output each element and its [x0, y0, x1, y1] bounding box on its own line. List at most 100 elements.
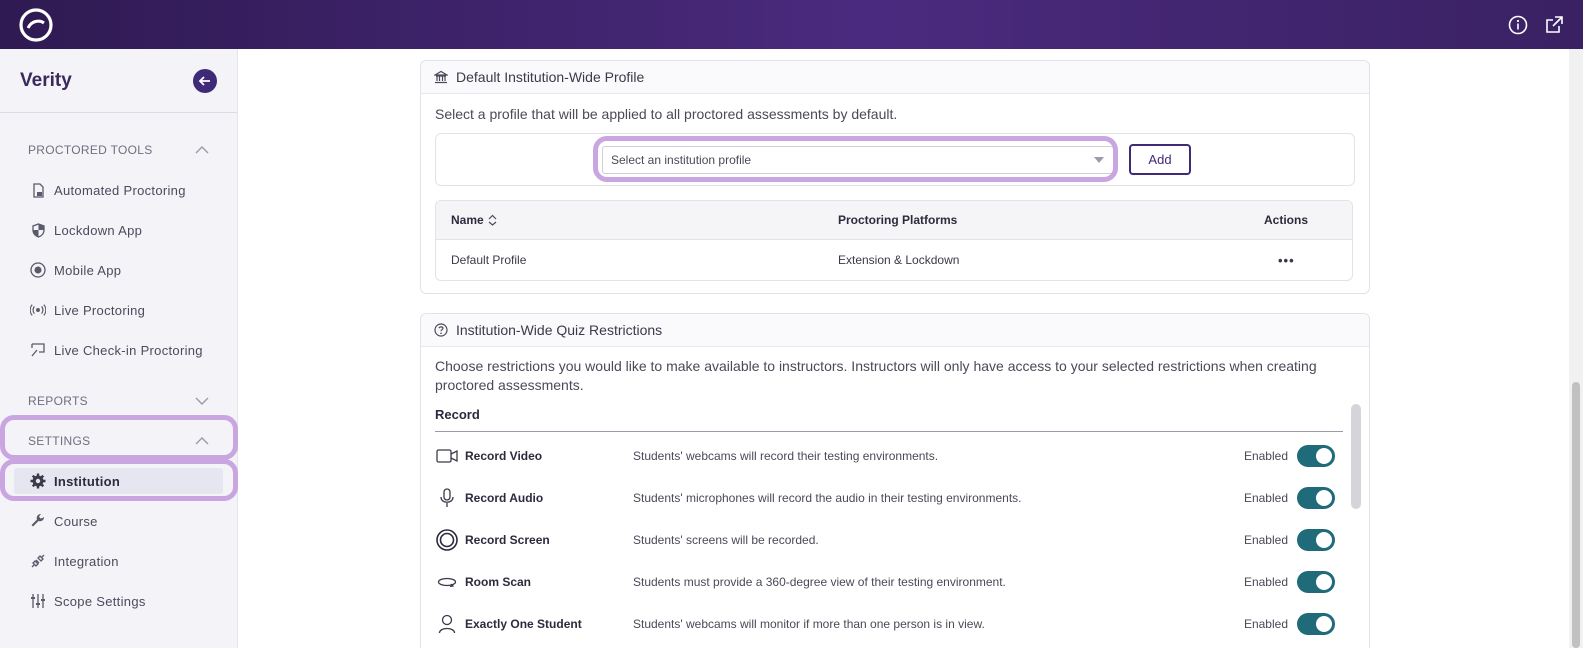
sidebar-item-institution[interactable]: Institution	[14, 468, 223, 494]
card-header: Default Institution-Wide Profile	[421, 61, 1369, 94]
sidebar-item-course[interactable]: Course	[0, 501, 237, 541]
person-icon	[435, 612, 459, 636]
sidebar-item-label: Institution	[54, 473, 121, 489]
restriction-status: Enabled	[1243, 575, 1288, 589]
sidebar-item-label: Automated Proctoring	[54, 182, 186, 198]
info-icon[interactable]	[1507, 14, 1529, 36]
restriction-record-video: Record Video Students' webcams will reco…	[435, 435, 1335, 477]
section-label: SETTINGS	[28, 434, 91, 448]
mobile-globe-icon	[30, 262, 46, 278]
section-settings[interactable]: SETTINGS	[0, 421, 237, 461]
page-scrollbar-thumb[interactable]	[1572, 382, 1580, 648]
restriction-desc: Students' webcams will monitor if more t…	[633, 617, 985, 631]
question-circle-icon	[434, 323, 448, 337]
sidebar-item-label: Course	[54, 513, 98, 529]
page-scrollbar-track[interactable]	[1569, 49, 1583, 648]
plug-icon	[30, 553, 46, 569]
restrictions-scrollbar[interactable]	[1351, 404, 1361, 509]
restriction-status: Enabled	[1243, 491, 1288, 505]
chevron-down-icon	[195, 397, 209, 405]
sidebar-item-lockdown-app[interactable]: Lockdown App	[0, 210, 237, 250]
restriction-status: Enabled	[1243, 617, 1288, 631]
restriction-name: Record Screen	[465, 533, 550, 547]
restriction-desc: Students' screens will be recorded.	[633, 533, 819, 547]
gear-icon	[30, 473, 46, 489]
restriction-status: Enabled	[1243, 533, 1288, 547]
sidebar-item-scope-settings[interactable]: Scope Settings	[0, 581, 237, 621]
exactly-one-student-toggle[interactable]	[1297, 613, 1335, 635]
record-screen-toggle[interactable]	[1297, 529, 1335, 551]
restriction-desc: Students must provide a 360-degree view …	[633, 575, 1006, 589]
restriction-room-scan: Room Scan Students must provide a 360-de…	[435, 561, 1335, 603]
row-name: Default Profile	[451, 253, 527, 267]
brand-logo-icon[interactable]	[18, 7, 54, 43]
external-link-icon[interactable]	[1543, 14, 1565, 36]
top-bar	[0, 0, 1583, 49]
column-platforms: Proctoring Platforms	[838, 213, 958, 227]
section-label: PROCTORED TOOLS	[28, 143, 153, 157]
dropdown-placeholder: Select an institution profile	[611, 153, 752, 167]
profile-select-container: Select an institution profile Add	[435, 133, 1355, 186]
checkin-icon	[30, 342, 46, 358]
restriction-desc: Students' webcams will record their test…	[633, 449, 939, 463]
profile-table: Name Proctoring Platforms Actions Defaul…	[435, 200, 1353, 281]
column-label: Name	[451, 213, 484, 227]
chevron-up-icon	[195, 437, 209, 445]
arrow-left-icon	[198, 75, 210, 86]
restriction-name: Record Video	[465, 449, 543, 463]
restriction-name: Record Audio	[465, 491, 544, 505]
section-proctored-tools[interactable]: PROCTORED TOOLS	[0, 130, 237, 170]
group-title-record: Record	[435, 407, 480, 422]
collapse-sidebar-button[interactable]	[193, 68, 217, 93]
sidebar-item-mobile-app[interactable]: Mobile App	[0, 250, 237, 290]
sidebar-header: Verity	[0, 49, 237, 113]
sidebar-item-label: Live Check-in Proctoring	[54, 342, 203, 358]
restriction-name: Exactly One Student	[465, 617, 582, 631]
sidebar-item-label: Scope Settings	[54, 593, 146, 609]
room-scan-toggle[interactable]	[1297, 571, 1335, 593]
table-row: Default Profile Extension & Lockdown •••	[436, 240, 1352, 280]
wrench-icon	[30, 513, 46, 529]
broadcast-icon	[30, 302, 46, 318]
sort-icon	[488, 214, 497, 226]
video-camera-icon	[435, 444, 459, 468]
institution-icon	[434, 70, 448, 84]
section-reports[interactable]: REPORTS	[0, 381, 237, 421]
add-button[interactable]: Add	[1129, 144, 1191, 175]
group-divider	[435, 431, 1343, 432]
sidebar-item-integration[interactable]: Integration	[0, 541, 237, 581]
sidebar-item-label: Integration	[54, 553, 119, 569]
card-title: Default Institution-Wide Profile	[456, 69, 645, 85]
record-audio-toggle[interactable]	[1297, 487, 1335, 509]
row-actions-menu[interactable]: •••	[1278, 240, 1295, 280]
screen-record-icon	[435, 528, 459, 552]
restriction-desc: Students' microphones will record the au…	[633, 491, 1022, 505]
sidebar-item-live-proctoring[interactable]: Live Proctoring	[0, 290, 237, 330]
column-name[interactable]: Name	[451, 201, 497, 239]
column-actions: Actions	[1264, 213, 1309, 227]
microphone-icon	[435, 486, 459, 510]
restriction-status: Enabled	[1243, 449, 1288, 463]
section-label: REPORTS	[28, 394, 88, 408]
row-platforms: Extension & Lockdown	[838, 253, 960, 267]
table-header: Name Proctoring Platforms Actions	[436, 201, 1352, 240]
sidebar-item-label: Lockdown App	[54, 222, 143, 238]
record-video-toggle[interactable]	[1297, 445, 1335, 467]
room-scan-icon	[435, 570, 459, 594]
restriction-record-audio: Record Audio Students' microphones will …	[435, 477, 1335, 519]
caret-down-icon	[1094, 157, 1104, 163]
card-description: Choose restrictions you would like to ma…	[435, 358, 1317, 393]
chevron-up-icon	[195, 146, 209, 154]
card-title: Institution-Wide Quiz Restrictions	[456, 322, 663, 338]
sidebar-item-live-checkin-proctoring[interactable]: Live Check-in Proctoring	[0, 330, 237, 370]
restriction-exactly-one-student: Exactly One Student Students' webcams wi…	[435, 603, 1335, 645]
card-header: Institution-Wide Quiz Restrictions	[421, 314, 1369, 347]
sidebar-item-automated-proctoring[interactable]: Automated Proctoring	[0, 170, 237, 210]
sidebar-item-label: Live Proctoring	[54, 302, 146, 318]
main-content: Default Institution-Wide Profile Select …	[238, 49, 1583, 648]
institution-profile-dropdown[interactable]: Select an institution profile	[602, 146, 1114, 174]
sidebar-title: Verity	[20, 69, 72, 91]
restriction-name: Room Scan	[465, 575, 532, 589]
card-description: Select a profile that will be applied to…	[435, 106, 898, 122]
shield-icon	[30, 222, 46, 238]
